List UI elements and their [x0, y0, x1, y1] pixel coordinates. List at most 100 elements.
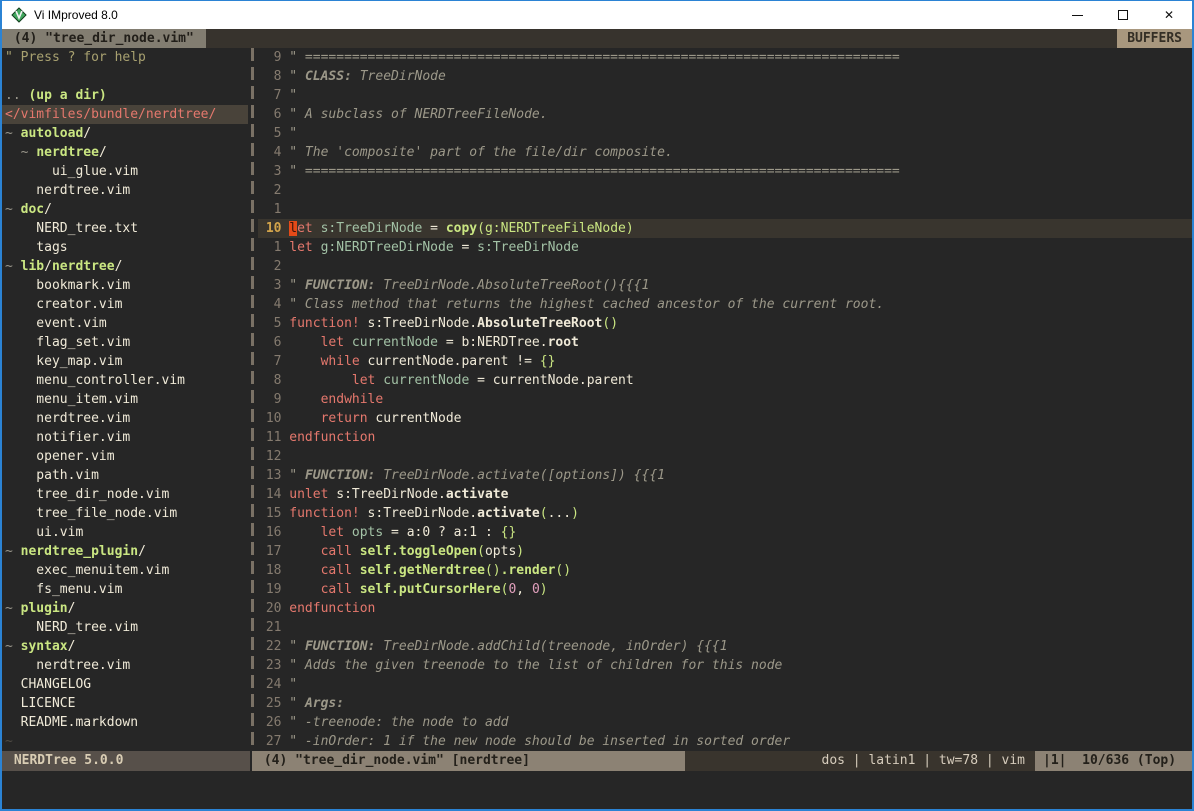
- tree-node-dir[interactable]: ~ nerdtree_plugin/: [2, 542, 248, 561]
- tree-node-file[interactable]: key_map.vim: [2, 352, 248, 371]
- line-number: 8: [258, 371, 281, 390]
- tree-node-file[interactable]: bookmark.vim: [2, 276, 248, 295]
- tree-node-file[interactable]: ui_glue.vim: [2, 162, 248, 181]
- tree-node-file[interactable]: tree_file_node.vim: [2, 504, 248, 523]
- tree-node-dir[interactable]: ~ syntax/: [2, 637, 248, 656]
- code-segment: " ======================================…: [289, 164, 899, 179]
- line-number: 10: [258, 409, 281, 428]
- code-segment: ): [540, 582, 548, 597]
- editor-line[interactable]: 17 call self.toggleOpen(opts): [258, 542, 1192, 561]
- editor-line[interactable]: 16 let opts = a:0 ? a:1 : {}: [258, 523, 1192, 542]
- editor-line[interactable]: 4" The 'composite' part of the file/dir …: [258, 143, 1192, 162]
- tree-node-file[interactable]: CHANGELOG: [2, 675, 248, 694]
- editor-line[interactable]: 14unlet s:TreeDirNode.activate: [258, 485, 1192, 504]
- editor-line[interactable]: 2: [258, 257, 1192, 276]
- tree-node-file[interactable]: flag_set.vim: [2, 333, 248, 352]
- tree-node-file[interactable]: nerdtree.vim: [2, 409, 248, 428]
- code-segment: (up a dir): [28, 88, 106, 103]
- tree-node-file[interactable]: exec_menuitem.vim: [2, 561, 248, 580]
- line-number: 13: [258, 466, 281, 485]
- editor-line[interactable]: 1let g:NERDTreeDirNode = s:TreeDirNode: [258, 238, 1192, 257]
- code-segment: exec_menuitem.vim: [5, 563, 169, 578]
- tree-node-file[interactable]: nerdtree.vim: [2, 656, 248, 675]
- buffers-label[interactable]: BUFFERS: [1117, 29, 1192, 48]
- editor-line[interactable]: 5function! s:TreeDirNode.AbsoluteTreeRoo…: [258, 314, 1192, 333]
- tree-node-file[interactable]: tree_dir_node.vim: [2, 485, 248, 504]
- editor-line[interactable]: 2: [258, 181, 1192, 200]
- tree-node-dir[interactable]: ~ doc/: [2, 200, 248, 219]
- editor-line[interactable]: 15function! s:TreeDirNode.activate(...): [258, 504, 1192, 523]
- tree-node-file[interactable]: LICENCE: [2, 694, 248, 713]
- tree-blank-line[interactable]: [2, 67, 248, 86]
- editor-line[interactable]: 19 call self.putCursorHere(0, 0): [258, 580, 1192, 599]
- editor-line[interactable]: 3" FUNCTION: TreeDirNode.AbsoluteTreeRoo…: [258, 276, 1192, 295]
- vertical-split-handle[interactable]: [248, 48, 258, 751]
- tree-node-file[interactable]: event.vim: [2, 314, 248, 333]
- editor-line[interactable]: 3" =====================================…: [258, 162, 1192, 181]
- tree-node-file[interactable]: opener.vim: [2, 447, 248, 466]
- tree-node-file[interactable]: ui.vim: [2, 523, 248, 542]
- editor-line[interactable]: 9 endwhile: [258, 390, 1192, 409]
- tree-node-file[interactable]: menu_controller.vim: [2, 371, 248, 390]
- tree-node-file[interactable]: nerdtree.vim: [2, 181, 248, 200]
- tree-node-file[interactable]: path.vim: [2, 466, 248, 485]
- editor-pane: 9 " =====================================…: [258, 48, 1192, 751]
- tree-node-file[interactable]: NERD_tree.vim: [2, 618, 248, 637]
- tree-node-file[interactable]: notifier.vim: [2, 428, 248, 447]
- tab-tree-dir-node[interactable]: (4) "tree_dir_node.vim": [2, 29, 206, 48]
- tree-node-file[interactable]: tags: [2, 238, 248, 257]
- tree-node-dir[interactable]: ~ nerdtree/: [2, 143, 248, 162]
- tree-node-file[interactable]: menu_item.vim: [2, 390, 248, 409]
- editor-line[interactable]: 24": [258, 675, 1192, 694]
- editor-line[interactable]: 5": [258, 124, 1192, 143]
- code-segment: [352, 582, 360, 597]
- maximize-button[interactable]: [1100, 1, 1146, 29]
- editor-line[interactable]: 8" CLASS: TreeDirNode: [258, 67, 1192, 86]
- editor-line[interactable]: 10 return currentNode: [258, 409, 1192, 428]
- editor-line[interactable]: 13" FUNCTION: TreeDirNode.activate([opti…: [258, 466, 1192, 485]
- code-segment: tags: [5, 240, 68, 255]
- line-number: 6: [258, 105, 281, 124]
- editor-line[interactable]: 22" FUNCTION: TreeDirNode.addChild(treen…: [258, 637, 1192, 656]
- editor-line[interactable]: 1: [258, 200, 1192, 219]
- minimize-button[interactable]: [1054, 1, 1100, 29]
- tree-node-dir[interactable]: ~ plugin/: [2, 599, 248, 618]
- code-segment: = b:NERDTree.: [438, 335, 548, 350]
- code-segment: ...: [548, 506, 571, 521]
- line-number: 4: [258, 295, 281, 314]
- editor-line[interactable]: 18 call self.getNerdtree().render(): [258, 561, 1192, 580]
- line-number: 9: [258, 48, 281, 67]
- editor-line[interactable]: 7 while currentNode.parent != {}: [258, 352, 1192, 371]
- tree-node-file[interactable]: creator.vim: [2, 295, 248, 314]
- tree-node-dir[interactable]: ~ lib/nerdtree/: [2, 257, 248, 276]
- editor-line[interactable]: 23" Adds the given treenode to the list …: [258, 656, 1192, 675]
- editor-line[interactable]: 6 let currentNode = b:NERDTree.root: [258, 333, 1192, 352]
- editor-line[interactable]: 6" A subclass of NERDTreeFileNode.: [258, 105, 1192, 124]
- tree-node-up-dir[interactable]: .. (up a dir): [2, 86, 248, 105]
- editor-line[interactable]: 12: [258, 447, 1192, 466]
- close-button[interactable]: ✕: [1146, 1, 1192, 29]
- tree-node-file[interactable]: fs_menu.vim: [2, 580, 248, 599]
- editor-line[interactable]: 7": [258, 86, 1192, 105]
- vim-icon[interactable]: [11, 7, 27, 23]
- tree-root-path[interactable]: </vimfiles/bundle/nerdtree/: [2, 105, 248, 124]
- editor-line[interactable]: 27" -inOrder: 1 if the new node should b…: [258, 732, 1192, 751]
- editor-line[interactable]: 21: [258, 618, 1192, 637]
- tree-help-line[interactable]: " Press ? for help: [2, 48, 248, 67]
- editor-line[interactable]: 25" Args:: [258, 694, 1192, 713]
- code-segment: activate: [477, 506, 540, 521]
- code-segment: CHANGELOG: [5, 677, 91, 692]
- editor-line[interactable]: 9" =====================================…: [258, 48, 1192, 67]
- editor-line[interactable]: 4" Class method that returns the highest…: [258, 295, 1192, 314]
- editor-cursor-line[interactable]: 10let s:TreeDirNode = copy(g:NERDTreeFil…: [258, 219, 1192, 238]
- code-segment: function!: [289, 316, 359, 331]
- editor-line[interactable]: 8 let currentNode = currentNode.parent: [258, 371, 1192, 390]
- code-segment: tree_file_node.vim: [5, 506, 177, 521]
- empty-line-tilde[interactable]: ~: [2, 732, 248, 751]
- editor-line[interactable]: 11endfunction: [258, 428, 1192, 447]
- tree-node-dir[interactable]: ~ autoload/: [2, 124, 248, 143]
- editor-line[interactable]: 20endfunction: [258, 599, 1192, 618]
- editor-line[interactable]: 26" -treenode: the node to add: [258, 713, 1192, 732]
- tree-node-file[interactable]: README.markdown: [2, 713, 248, 732]
- tree-node-file[interactable]: NERD_tree.txt: [2, 219, 248, 238]
